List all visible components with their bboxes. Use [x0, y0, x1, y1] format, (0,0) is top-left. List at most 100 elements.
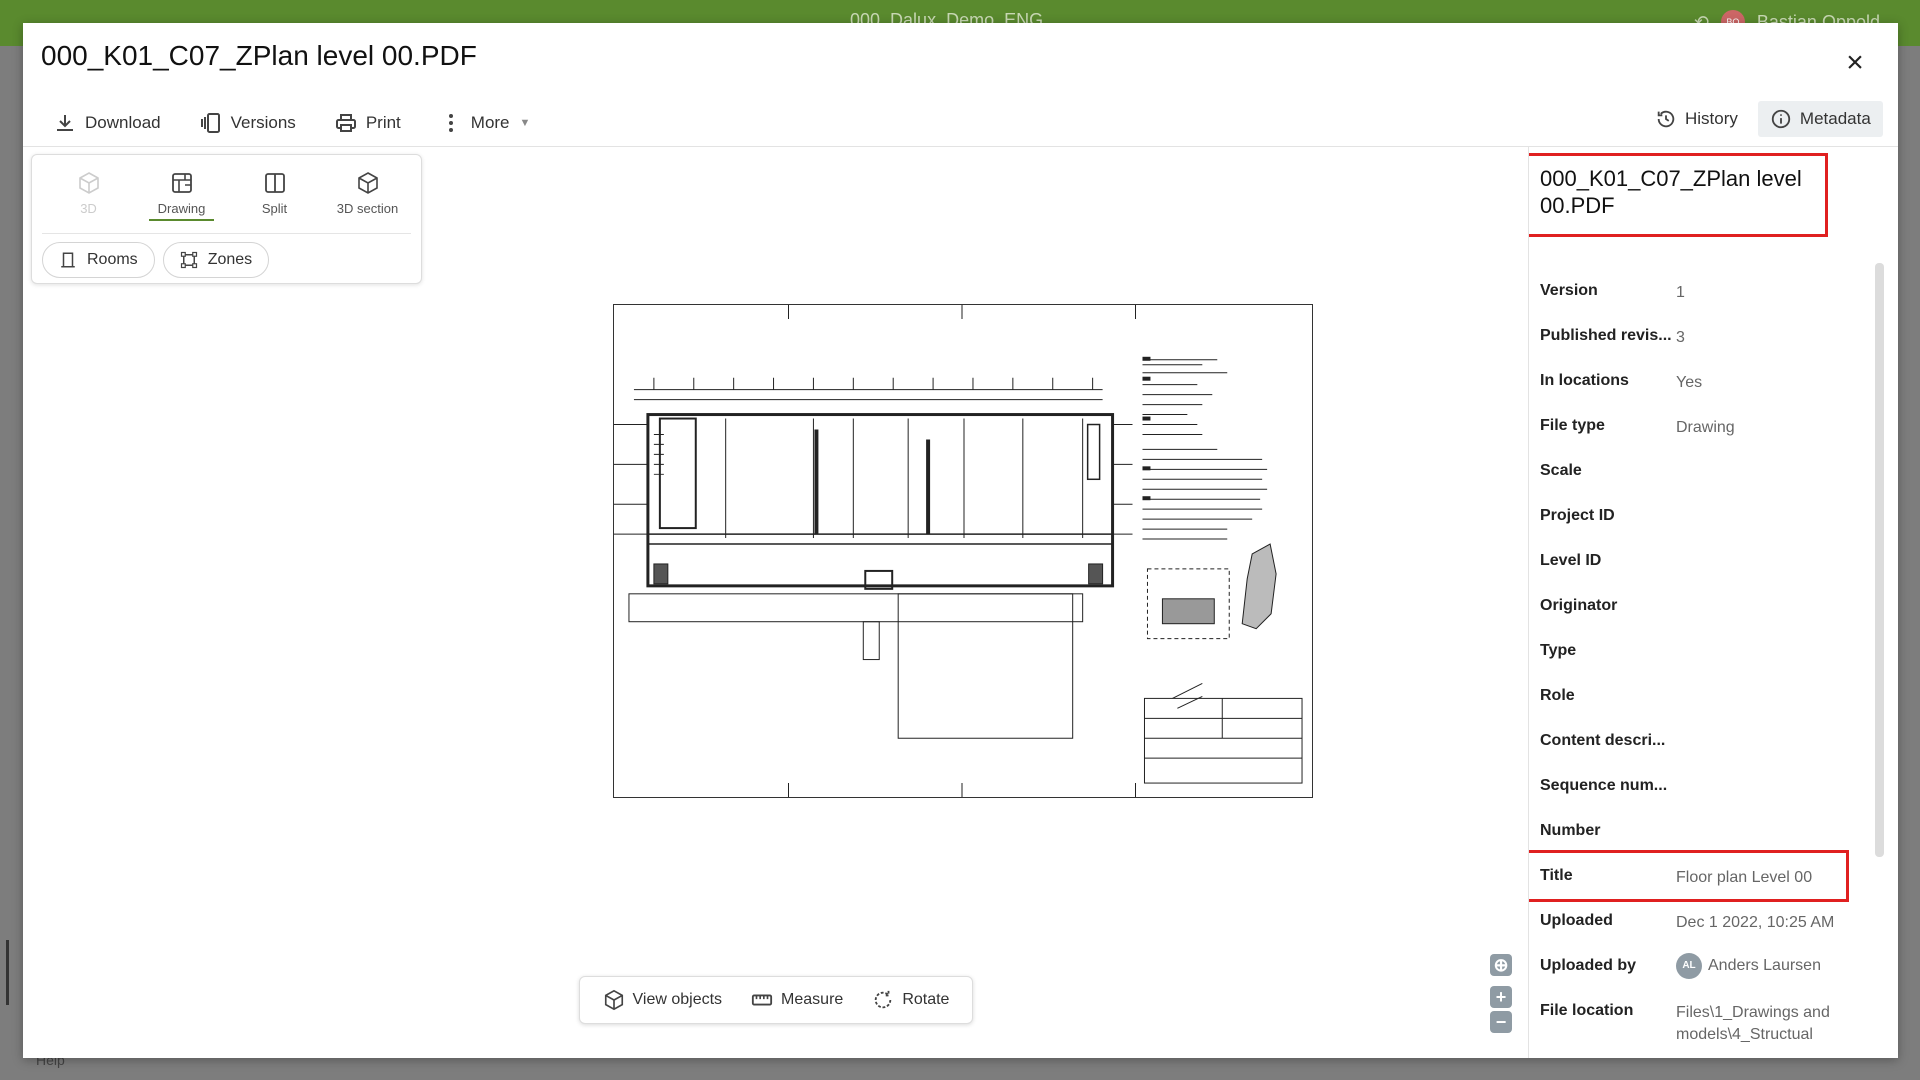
- close-button[interactable]: ×: [1837, 45, 1873, 81]
- metadata-key: File location: [1540, 1002, 1634, 1019]
- view-mode-split[interactable]: Split: [228, 163, 321, 223]
- recenter-button[interactable]: ⊕: [1490, 954, 1512, 976]
- view-mode-split-label: Split: [261, 200, 288, 216]
- metadata-panel: 000_K01_C07_ZPlan level 00.PDF Version 1 …: [1528, 147, 1898, 1058]
- view-mode-3d-section[interactable]: 3D section: [321, 163, 414, 223]
- metadata-value: Files\1_Drawings and models\4_Structual: [1676, 1004, 1830, 1043]
- metadata-key: Sequence num...: [1540, 777, 1668, 794]
- close-icon: ×: [1846, 46, 1864, 79]
- page-title: 000_K01_C07_ZPlan level 00.PDF: [41, 40, 477, 71]
- zones-label: Zones: [207, 251, 253, 268]
- file-toolbar: Download Versions Print More ▼: [53, 103, 568, 143]
- metadata-key: Project ID: [1540, 507, 1615, 524]
- metadata-row: Role: [1529, 679, 1898, 724]
- metadata-row: File location Files\1_Drawings and models…: [1529, 994, 1898, 1058]
- user-name: Anders Laursen: [1708, 957, 1821, 974]
- print-button[interactable]: Print: [334, 111, 401, 135]
- metadata-key: Scale: [1540, 462, 1582, 479]
- file-viewer-modal: 000_K01_C07_ZPlan level 00.PDF × Downloa…: [23, 23, 1898, 1058]
- side-panel-tabs: History Metadata: [1643, 101, 1883, 137]
- metadata-row: Version 1: [1529, 274, 1898, 319]
- floor-plan-drawing: [614, 305, 1303, 797]
- rotate-label: Rotate: [902, 991, 950, 1008]
- metadata-value: Yes: [1676, 374, 1703, 391]
- rooms-button[interactable]: Rooms: [42, 242, 155, 278]
- plus-icon: +: [1495, 986, 1507, 1007]
- zones-button[interactable]: Zones: [162, 242, 270, 278]
- metadata-key: File type: [1540, 417, 1605, 434]
- history-icon: [1657, 110, 1675, 128]
- info-icon: [1771, 109, 1791, 129]
- metadata-key: In locations: [1540, 372, 1629, 389]
- metadata-row: File type Drawing: [1529, 409, 1898, 454]
- sidebar-edge: [6, 940, 9, 1005]
- uploaded-by-user[interactable]: AL Anders Laursen: [1676, 953, 1898, 979]
- drawing-canvas[interactable]: [613, 304, 1313, 798]
- versions-icon: [200, 113, 220, 133]
- rotate-button[interactable]: Rotate: [872, 989, 949, 1011]
- cube-section-icon: [357, 171, 378, 194]
- more-label: More: [470, 113, 510, 132]
- view-mode-3d-section-label: 3D section: [336, 200, 399, 216]
- metadata-value: Drawing: [1676, 419, 1735, 436]
- measure-label: Measure: [781, 991, 844, 1008]
- metadata-row: Sequence num...: [1529, 769, 1898, 814]
- split-icon: [264, 172, 285, 193]
- printer-icon: [335, 114, 356, 132]
- metadata-key: Level ID: [1540, 552, 1602, 569]
- metadata-key: Uploaded: [1540, 912, 1613, 929]
- metadata-key: Number: [1540, 822, 1601, 839]
- metadata-key: Uploaded by: [1540, 957, 1637, 974]
- metadata-key: Version: [1540, 282, 1598, 299]
- view-objects-button[interactable]: View objects: [603, 989, 723, 1011]
- view-objects-label: View objects: [632, 991, 723, 1008]
- rooms-label: Rooms: [87, 251, 138, 268]
- highlight-box-title: [1529, 153, 1828, 237]
- zones-icon: [180, 251, 197, 269]
- more-button[interactable]: More ▼: [439, 111, 531, 135]
- view-mode-panel: 3D Drawing Split 3D section Rooms Zones: [31, 154, 422, 284]
- metadata-row: Content descri...: [1529, 724, 1898, 769]
- download-icon: [57, 115, 73, 131]
- metadata-key: Originator: [1540, 597, 1618, 614]
- cube-icon: [78, 171, 99, 194]
- download-label: Download: [85, 113, 161, 132]
- tab-history[interactable]: History: [1643, 101, 1750, 137]
- measure-button[interactable]: Measure: [751, 989, 843, 1011]
- metadata-row: In locations Yes: [1529, 364, 1898, 409]
- highlight-box-title-row: [1529, 850, 1849, 902]
- zoom-in-button[interactable]: +: [1490, 986, 1512, 1008]
- metadata-value: Dec 1 2022, 10:25 AM: [1676, 914, 1835, 931]
- view-mode-3d-label: 3D: [80, 200, 97, 216]
- metadata-value: 1: [1676, 284, 1685, 301]
- versions-label: Versions: [230, 113, 296, 132]
- versions-button[interactable]: Versions: [199, 111, 296, 135]
- view-mode-drawing[interactable]: Drawing: [135, 163, 228, 223]
- viewer-bottom-toolbar: View objects Measure Rotate: [579, 976, 973, 1024]
- panel-divider: [42, 233, 411, 234]
- crosshair-icon: ⊕: [1493, 954, 1509, 975]
- print-label: Print: [365, 113, 401, 132]
- metadata-scrollbar[interactable]: [1875, 263, 1884, 857]
- metadata-row: Project ID: [1529, 499, 1898, 544]
- more-vertical-icon: [448, 114, 453, 132]
- zoom-out-button[interactable]: −: [1490, 1011, 1512, 1033]
- metadata-row: Published revis... 3: [1529, 319, 1898, 364]
- download-button[interactable]: Download: [53, 111, 161, 135]
- metadata-row: Type: [1529, 634, 1898, 679]
- metadata-row: Uploaded Dec 1 2022, 10:25 AM: [1529, 904, 1898, 949]
- cube-icon: [604, 989, 623, 1011]
- drawing-icon: [171, 172, 192, 193]
- tab-metadata-label: Metadata: [1799, 109, 1871, 128]
- view-mode-tabs: 3D Drawing Split 3D section: [42, 163, 414, 223]
- ruler-icon: [751, 994, 773, 1006]
- view-mode-3d[interactable]: 3D: [42, 163, 135, 223]
- avatar: AL: [1676, 953, 1702, 979]
- metadata-value: 3: [1676, 329, 1685, 346]
- metadata-key: Content descri...: [1540, 732, 1666, 749]
- tab-metadata[interactable]: Metadata: [1757, 101, 1883, 137]
- metadata-row: Scale: [1529, 454, 1898, 499]
- metadata-row: Level ID: [1529, 544, 1898, 589]
- caret-down-icon: ▼: [519, 117, 531, 129]
- tab-history-label: History: [1685, 109, 1738, 128]
